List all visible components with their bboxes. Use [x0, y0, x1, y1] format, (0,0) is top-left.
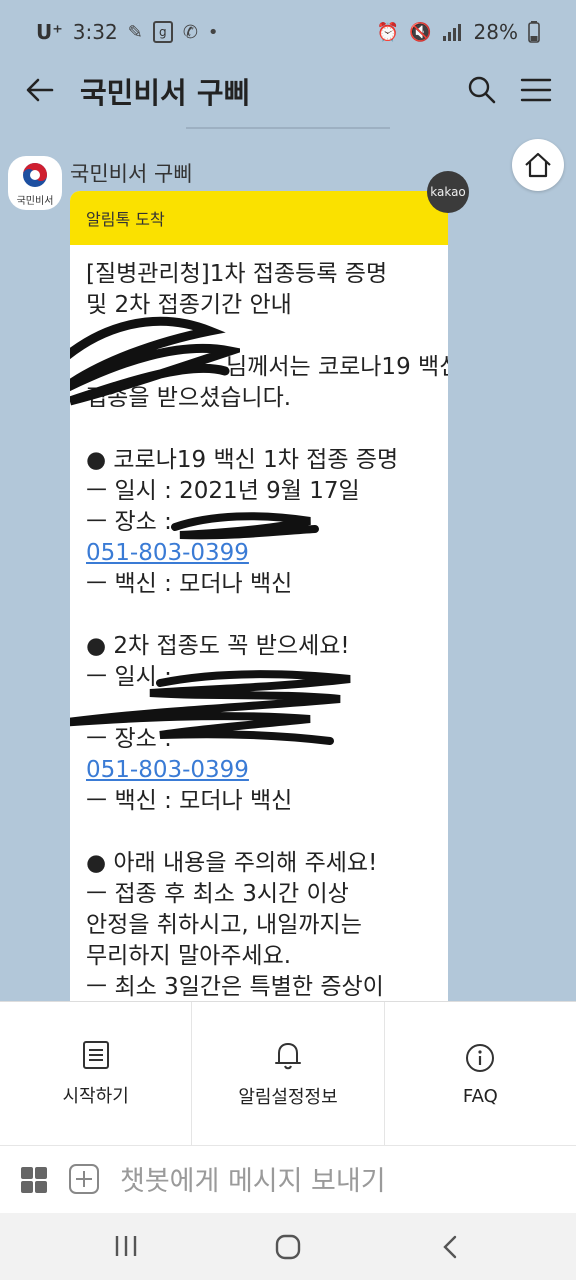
- message-line: 무리하지 말아주세요.: [86, 943, 292, 969]
- g-app-icon: g: [152, 21, 173, 43]
- message-line: ㅡ 장소 :: [86, 509, 172, 535]
- chevron-left-icon: [443, 1235, 457, 1259]
- message-line: [86, 817, 432, 848]
- recent-apps-button[interactable]: [112, 1233, 140, 1259]
- back-nav-button[interactable]: [438, 1233, 462, 1261]
- bubble-header: 알림톡 도착: [70, 191, 448, 245]
- phone-link[interactable]: 051-803-0399: [86, 538, 432, 569]
- grid-icon: [21, 1167, 47, 1193]
- chat-title: 국민비서 구삐: [80, 76, 251, 110]
- hamburger-icon: [520, 78, 552, 102]
- document-icon: [82, 1041, 109, 1069]
- dot-icon: •: [207, 21, 219, 43]
- quick-menu-start[interactable]: 시작하기: [0, 1002, 191, 1146]
- quick-menu-alert-settings[interactable]: 알림설정정보: [191, 1002, 383, 1146]
- system-nav-bar: [0, 1213, 576, 1280]
- home-icon: [525, 152, 551, 178]
- message-line: [86, 321, 432, 352]
- message-bubble[interactable]: 알림톡 도착 [질병관리청]1차 접종등록 증명 및 2차 접종기간 안내 님께…: [70, 191, 448, 1021]
- status-left: U⁺ 3:32 ✎ g ✆ •: [36, 20, 219, 44]
- message-line: 안정을 취하시고, 내일까지는: [86, 912, 362, 938]
- menu-button[interactable]: [518, 72, 554, 108]
- message-body: [질병관리청]1차 접종등록 증명 및 2차 접종기간 안내 님께서는 코로나1…: [70, 245, 448, 1003]
- message-line: [86, 600, 432, 631]
- taegeuk-logo-icon: [23, 162, 47, 187]
- mute-icon: 🔇: [409, 21, 432, 43]
- sender-name: 국민비서 구삐: [70, 162, 193, 186]
- message-line: [86, 693, 432, 724]
- quick-menu-label: FAQ: [462, 1085, 498, 1107]
- search-button[interactable]: [464, 72, 500, 108]
- message-input-bar: [0, 1145, 576, 1214]
- quick-menu-label: 알림설정정보: [238, 1087, 338, 1108]
- message-line: ● 코로나19 백신 1차 접종 증명: [86, 447, 399, 473]
- signal-icon: [442, 24, 461, 41]
- date-divider: [186, 127, 390, 129]
- status-bar: U⁺ 3:32 ✎ g ✆ • ⏰ 🔇 28%: [0, 0, 576, 64]
- message-line: ㅡ 백신 : 모더나 백신: [86, 571, 293, 597]
- bell-icon: [274, 1043, 301, 1070]
- quick-menu: 시작하기 알림설정정보 FAQ: [0, 1001, 576, 1146]
- quick-menu-label: 시작하기: [62, 1086, 129, 1107]
- info-icon: [466, 1043, 495, 1072]
- message-line: ㅡ 장소 :: [86, 726, 172, 752]
- home-circle-icon: [275, 1234, 301, 1260]
- sender-avatar[interactable]: 국민비서: [8, 156, 62, 210]
- avatar-label: 국민비서: [16, 195, 54, 207]
- quick-menu-faq[interactable]: FAQ: [383, 1002, 576, 1146]
- message-input[interactable]: [118, 1158, 542, 1204]
- menu-grid-button[interactable]: [20, 1166, 48, 1194]
- phone-link[interactable]: 051-803-0399: [86, 755, 432, 786]
- kakao-badge: kakao: [427, 171, 469, 213]
- battery-icon: [528, 21, 540, 43]
- battery-level: 28%: [473, 20, 518, 44]
- message-line: ㅡ 일시 :: [86, 664, 172, 690]
- arrow-left-icon: [26, 78, 54, 102]
- recent-apps-icon: [115, 1236, 137, 1256]
- message-line: 및 2차 접종기간 안내: [86, 292, 292, 318]
- home-nav-button[interactable]: [274, 1233, 302, 1261]
- message-line: ㅡ 일시 : 2021년 9월 17일: [86, 478, 360, 504]
- back-button[interactable]: [22, 72, 58, 108]
- message-line: ㅡ 접종 후 최소 3시간 이상: [86, 881, 349, 907]
- message-line: 님께서는 코로나19 백신 1차: [226, 354, 448, 380]
- message-line: ● 2차 접종도 꼭 받으세요!: [86, 633, 350, 659]
- message-line: 접종을 받으셨습니다.: [86, 385, 292, 411]
- attach-button[interactable]: [68, 1163, 100, 1195]
- pen-icon: ✎: [127, 21, 143, 43]
- message-line: ㅡ 최소 3일간은 특별한 증상이: [86, 974, 384, 1000]
- home-button[interactable]: [512, 139, 564, 191]
- search-icon: [468, 76, 496, 104]
- plus-icon: [69, 1164, 99, 1194]
- alarm-icon: ⏰: [376, 21, 400, 43]
- message-line: [86, 414, 432, 445]
- carrier-label: U⁺: [36, 20, 63, 44]
- message-line: [질병관리청]1차 접종등록 증명: [86, 261, 388, 287]
- clock: 3:32: [72, 20, 118, 44]
- message-line: ㅡ 백신 : 모더나 백신: [86, 788, 293, 814]
- status-right: ⏰ 🔇 28%: [377, 20, 540, 44]
- call-icon: ✆: [182, 21, 198, 43]
- message-line: ● 아래 내용을 주의해 주세요!: [86, 850, 378, 876]
- app-bar: 국민비서 구삐: [0, 64, 576, 116]
